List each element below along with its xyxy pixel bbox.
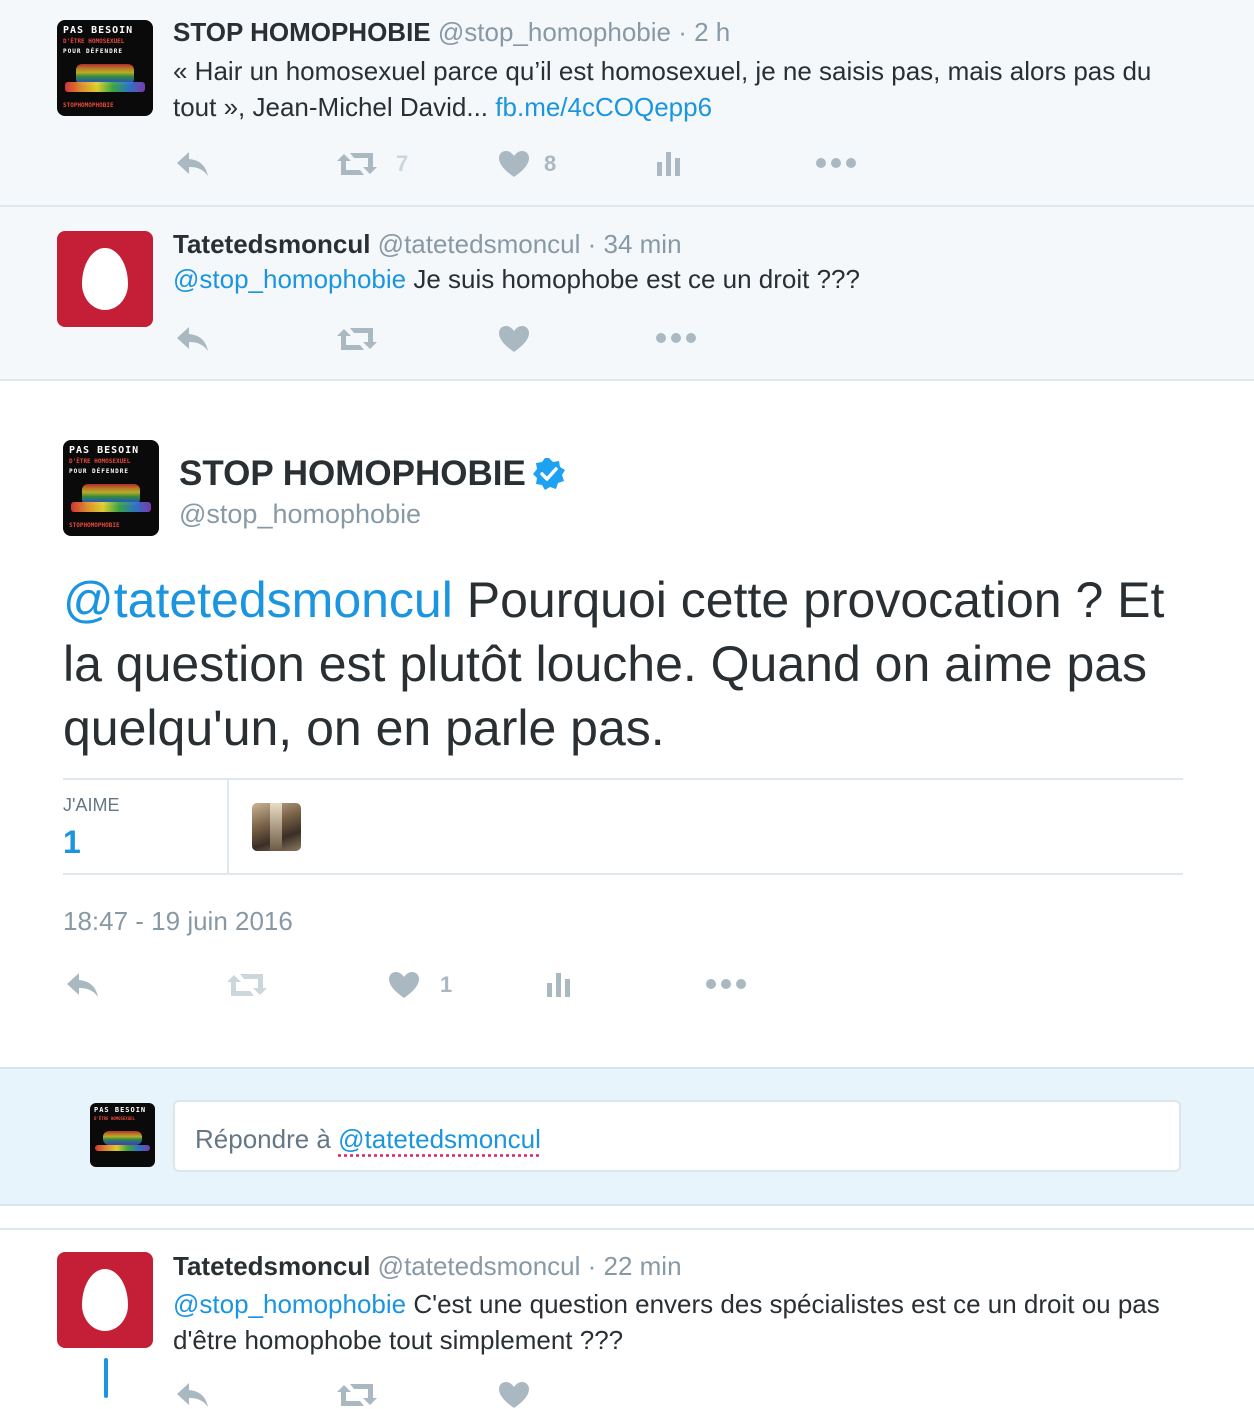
author-name[interactable]: STOP HOMOPHOBIE: [179, 454, 526, 494]
logo-text: POUR DÉFENDRE: [69, 468, 129, 475]
like-button[interactable]: [498, 325, 530, 353]
analytics-icon: [545, 971, 573, 999]
tweet-link[interactable]: fb.me/4cCOQepp6: [495, 92, 712, 122]
more-icon: [705, 976, 747, 992]
tweet-time[interactable]: · 34 min: [588, 229, 682, 259]
likes-stat-count: 1: [63, 824, 81, 860]
more-button[interactable]: [705, 976, 747, 992]
author-name[interactable]: Tatetedsmoncul: [173, 229, 370, 259]
thread-line: [104, 1358, 108, 1398]
retweet-icon: [226, 971, 268, 999]
mention-link[interactable]: @tatetedsmoncul: [63, 572, 453, 628]
avatar[interactable]: PAS BESOIN D'ÊTRE HOMOSEXUEL POUR DÉFEND…: [63, 440, 159, 536]
liker-avatar-detail: [270, 803, 282, 851]
egg-icon: [82, 248, 128, 310]
like-button[interactable]: [498, 1381, 530, 1409]
analytics-icon: [655, 150, 683, 178]
like-button[interactable]: 8: [498, 150, 556, 178]
logo-text: POUR DÉFENDRE: [63, 48, 123, 55]
likes-stat-label: J'AIME: [63, 795, 120, 815]
heart-icon: [498, 150, 530, 178]
retweet-count: 7: [396, 151, 409, 176]
reply-icon: [65, 971, 101, 999]
logo-text: STOPHOMOPHOBIE: [63, 102, 114, 109]
reply-button[interactable]: [175, 1381, 211, 1409]
more-icon: [815, 155, 857, 171]
like-count: 8: [544, 151, 557, 176]
main-tweet: PAS BESOIN D'ÊTRE HOMOSEXUEL POUR DÉFEND…: [0, 381, 1254, 1067]
rainbow-bar-icon: [64, 82, 146, 92]
avatar[interactable]: [57, 231, 153, 327]
reply-prefix: Répondre à: [195, 1124, 331, 1154]
logo-text: PAS BESOIN: [69, 445, 140, 456]
reply-icon: [175, 1381, 211, 1409]
reply-button[interactable]: [65, 971, 101, 999]
retweet-icon: [336, 1381, 378, 1409]
analytics-button[interactable]: [545, 971, 573, 999]
retweet-icon: [336, 325, 378, 353]
stats-divider-bottom: [63, 873, 1183, 875]
verified-badge-icon: [532, 457, 566, 491]
avatar[interactable]: [57, 1252, 153, 1348]
author-handle[interactable]: @stop_homophobie: [179, 499, 421, 530]
tweet-context-1[interactable]: PAS BESOIN D'ÊTRE HOMOSEXUEL POUR DÉFEND…: [0, 0, 1254, 205]
retweet-button[interactable]: [226, 971, 268, 999]
composer-avatar: PAS BESOIN D'ÊTRE HOMOSEXUEL: [90, 1103, 155, 1167]
reply-placeholder: Répondre à @tatetedsmoncul: [195, 1124, 541, 1155]
author-handle[interactable]: @tatetedsmoncul: [378, 229, 581, 259]
retweet-icon: [336, 150, 378, 178]
retweet-button[interactable]: 7: [336, 150, 408, 178]
heart-icon: [498, 325, 530, 353]
tweet-time[interactable]: · 22 min: [588, 1251, 682, 1281]
retweet-button[interactable]: [336, 325, 378, 353]
like-count: 1: [440, 972, 453, 997]
reply-icon: [175, 325, 211, 353]
author-name[interactable]: STOP HOMOPHOBIE: [173, 17, 431, 47]
author-handle[interactable]: @tatetedsmoncul: [378, 1251, 581, 1281]
avatar[interactable]: PAS BESOIN D'ÊTRE HOMOSEXUEL POUR DÉFEND…: [57, 20, 153, 116]
reply-icon: [175, 150, 211, 178]
more-button[interactable]: [655, 330, 697, 346]
mention-link[interactable]: @stop_homophobie: [173, 264, 406, 294]
mention-link[interactable]: @stop_homophobie: [173, 1289, 406, 1319]
liker-avatar[interactable]: [252, 803, 301, 851]
egg-icon: [82, 1269, 128, 1331]
more-button[interactable]: [815, 155, 857, 171]
logo-text: D'ÊTRE HOMOSEXUEL: [94, 1116, 135, 1121]
reply-button[interactable]: [175, 325, 211, 353]
stats-separator: [227, 780, 229, 874]
retweet-button[interactable]: [336, 1381, 378, 1409]
reply-mention: @tatetedsmoncul: [338, 1124, 541, 1154]
tweet-context-2[interactable]: Tatetedsmoncul @tatetedsmoncul · 34 min …: [0, 207, 1254, 379]
analytics-button[interactable]: [655, 150, 683, 178]
logo-text: D'ÊTRE HOMOSEXUEL: [63, 38, 125, 45]
reply-input[interactable]: Répondre à @tatetedsmoncul: [173, 1100, 1181, 1172]
likes-stat[interactable]: J'AIME 1: [63, 795, 119, 861]
logo-text: PAS BESOIN: [94, 1106, 147, 1114]
tweet-text: Je suis homophobe est ce un droit ???: [413, 264, 860, 294]
author-handle[interactable]: @stop_homophobie: [438, 17, 671, 47]
stats-divider-top: [63, 778, 1183, 780]
like-button[interactable]: 1: [388, 971, 452, 999]
logo-text: STOPHOMOPHOBIE: [69, 522, 120, 529]
tweet-timestamp[interactable]: 18:47 - 19 juin 2016: [63, 906, 293, 937]
logo-text: D'ÊTRE HOMOSEXUEL: [69, 458, 131, 465]
rainbow-thumb-icon: [103, 1131, 142, 1146]
rainbow-bar-icon: [70, 502, 152, 512]
heart-icon: [498, 1381, 530, 1409]
heart-icon: [388, 971, 420, 999]
rainbow-bar-icon: [95, 1145, 150, 1152]
reply-button[interactable]: [175, 150, 211, 178]
tweet-time[interactable]: · 2 h: [678, 17, 730, 47]
tweet-reply-1[interactable]: Tatetedsmoncul @tatetedsmoncul · 22 min …: [0, 1228, 1254, 1408]
logo-text: PAS BESOIN: [63, 25, 134, 36]
more-icon: [655, 330, 697, 346]
author-name[interactable]: Tatetedsmoncul: [173, 1251, 370, 1281]
